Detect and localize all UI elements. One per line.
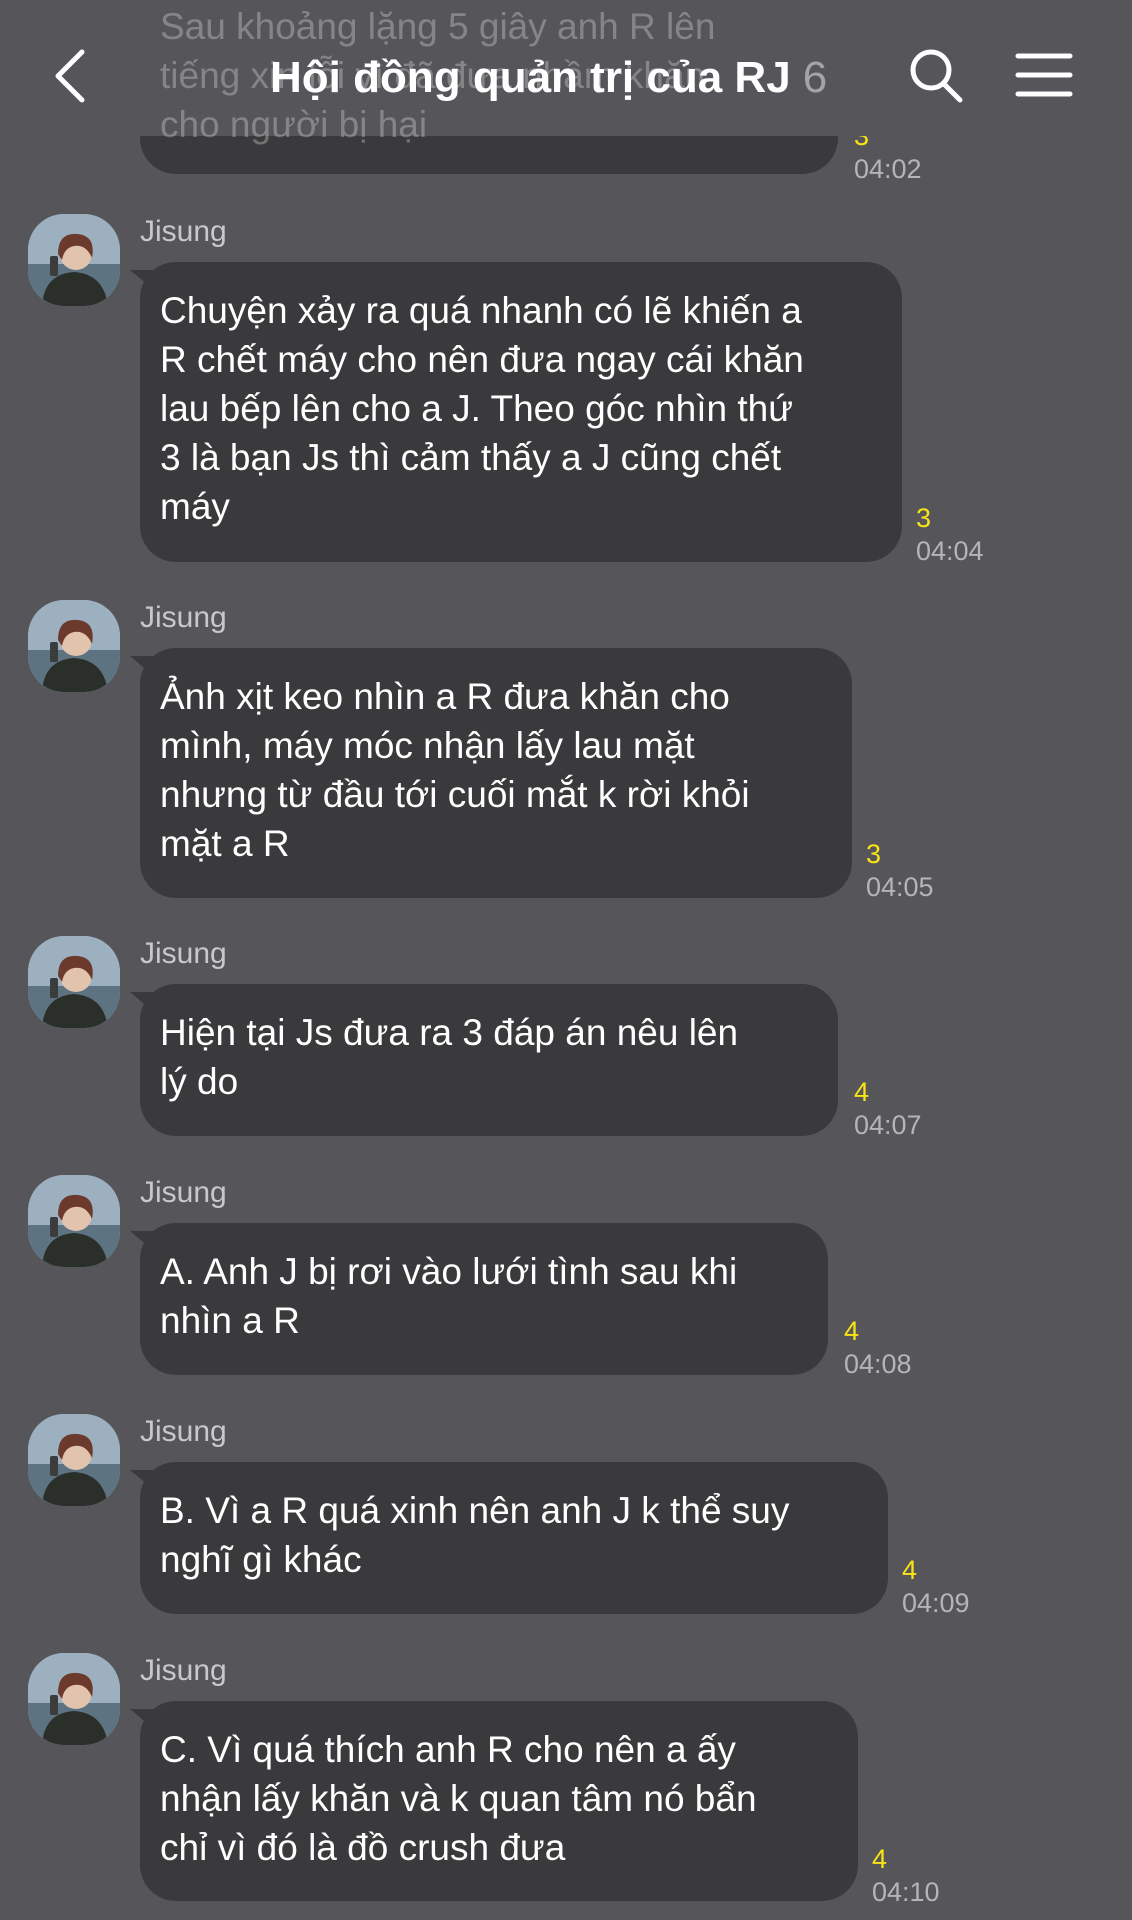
avatar[interactable] xyxy=(28,1653,120,1745)
unread-count: 4 xyxy=(854,1077,870,1107)
avatar[interactable] xyxy=(28,214,120,306)
message-meta: 4 04:08 xyxy=(844,1315,912,1381)
menu-button[interactable] xyxy=(1014,50,1074,100)
profile-photo-icon xyxy=(28,1175,120,1267)
profile-photo-icon xyxy=(28,214,120,306)
avatar[interactable] xyxy=(28,600,120,692)
sender-name: Jisung xyxy=(140,1176,227,1209)
unread-count: 3 xyxy=(916,503,932,533)
message-time: 04:04 xyxy=(916,536,984,566)
message-meta: 4 04:07 xyxy=(854,1076,922,1142)
message-bubble[interactable]: C. Vì quá thích anh R cho nên a ấy nhận … xyxy=(130,1701,858,1901)
sender-name: Jisung xyxy=(140,215,227,248)
back-button[interactable] xyxy=(48,44,98,108)
message-bubble[interactable]: Hiện tại Js đưa ra 3 đáp án nêu lên lý d… xyxy=(130,984,838,1136)
profile-photo-icon xyxy=(28,600,120,692)
search-button[interactable] xyxy=(906,46,966,106)
member-count: 6 xyxy=(802,53,828,102)
previous-message-text: Sau khoảng lặng 5 giây anh R lên tiếng x… xyxy=(160,6,716,145)
message-time: 04:02 xyxy=(854,154,922,184)
message-time: 04:08 xyxy=(844,1349,912,1379)
avatar[interactable] xyxy=(28,936,120,1028)
message-meta: 4 04:10 xyxy=(872,1843,940,1909)
profile-photo-icon xyxy=(28,1414,120,1506)
message-time: 04:07 xyxy=(854,1110,922,1140)
message-bubble[interactable]: Ảnh xịt keo nhìn a R đưa khăn cho mình, … xyxy=(130,648,852,898)
message-time: 04:05 xyxy=(866,872,934,902)
avatar[interactable] xyxy=(28,1414,120,1506)
message-time: 04:09 xyxy=(902,1588,970,1618)
sender-name: Jisung xyxy=(140,1654,227,1687)
message-bubble[interactable]: Chuyện xảy ra quá nhanh có lẽ khiến a R … xyxy=(130,262,902,562)
unread-count: 4 xyxy=(872,1844,888,1874)
sender-name: Jisung xyxy=(140,601,227,634)
message-meta: 3 04:04 xyxy=(916,502,984,568)
profile-photo-icon xyxy=(28,936,120,1028)
message-time: 04:10 xyxy=(872,1877,940,1907)
sender-name: Jisung xyxy=(140,1415,227,1448)
chevron-left-icon xyxy=(55,49,85,103)
message-bubble[interactable]: B. Vì a R quá xinh nên anh J k thể suy n… xyxy=(130,1462,888,1614)
message-meta: 4 04:09 xyxy=(902,1554,970,1620)
message-bubble[interactable]: A. Anh J bị rơi vào lưới tình sau khi nh… xyxy=(130,1223,828,1375)
message-meta: 3 04:05 xyxy=(866,838,934,904)
unread-count: 3 xyxy=(866,839,882,869)
menu-icon xyxy=(1015,53,1073,97)
profile-photo-icon xyxy=(28,1653,120,1745)
search-icon xyxy=(910,49,963,103)
unread-count: 4 xyxy=(902,1555,918,1585)
sender-name: Jisung xyxy=(140,937,227,970)
unread-count: 4 xyxy=(844,1316,860,1346)
avatar[interactable] xyxy=(28,1175,120,1267)
